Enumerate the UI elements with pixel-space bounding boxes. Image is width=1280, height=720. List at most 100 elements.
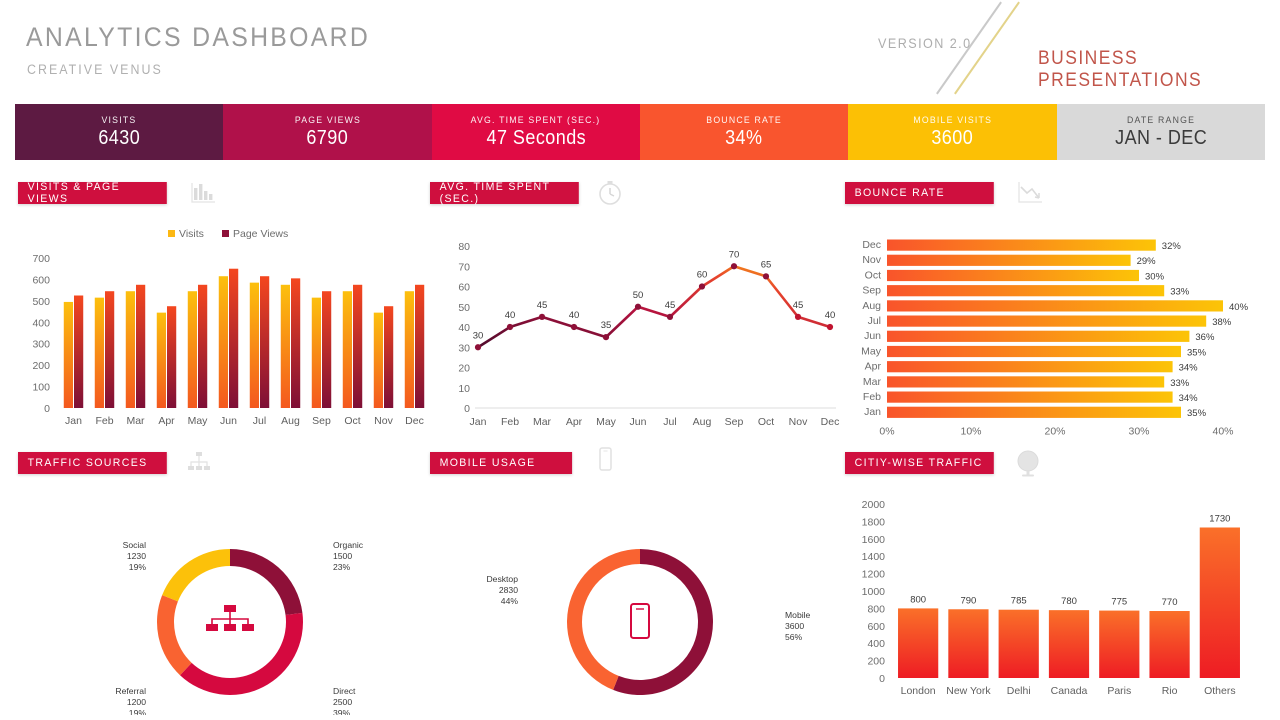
svg-text:35%: 35% [1187, 347, 1207, 358]
svg-text:1200: 1200 [127, 697, 146, 707]
chart-visits-page-views: Visits Page Views 0100200300400500600700 … [32, 228, 425, 427]
svg-text:100: 100 [32, 382, 50, 394]
sitemap-center-icon [206, 605, 254, 631]
chart-avg-time-spent: 01020304050607080 3040454035504560706545… [458, 241, 840, 428]
data-point [762, 273, 770, 280]
bar [218, 276, 228, 408]
svg-text:Mar: Mar [533, 416, 552, 428]
svg-text:600: 600 [867, 621, 885, 633]
bar [342, 291, 352, 408]
bar [404, 291, 414, 408]
bar [311, 297, 321, 408]
bar [1199, 527, 1240, 678]
svg-text:Sep: Sep [862, 285, 881, 297]
bar [887, 254, 1131, 266]
dashboard-header: ANALYTICS DASHBOARD CREATIVE VENUS VERSI… [0, 0, 1280, 100]
svg-text:Jun: Jun [220, 415, 237, 427]
bar [998, 609, 1039, 678]
panel-title-bounce: BOUNCE RATE [845, 182, 994, 204]
bar [249, 282, 259, 408]
data-point [826, 323, 834, 331]
svg-text:50: 50 [633, 290, 644, 301]
svg-text:40%: 40% [1229, 302, 1249, 313]
kpi-card-avg-time-spent[interactable]: AVG. TIME SPENT (SEC.) 47 Seconds [431, 104, 640, 160]
panel-title-mobile: MOBILE USAGE [430, 452, 573, 474]
bar [415, 284, 425, 408]
bar [887, 285, 1165, 297]
svg-text:600: 600 [32, 274, 50, 286]
kpi-strip: VISITS 6430 PAGE VIEWS 6790 AVG. TIME SP… [15, 104, 1265, 160]
bar [136, 284, 146, 408]
pie-slice [157, 595, 192, 676]
svg-text:23%: 23% [333, 562, 351, 572]
bar [887, 269, 1139, 282]
version-label: VERSION 2.0 [878, 35, 972, 51]
bar [1048, 610, 1090, 678]
svg-text:400: 400 [867, 638, 885, 650]
svg-text:Apr: Apr [158, 415, 175, 427]
kpi-card-date-range[interactable]: DATE RANGE JAN - DEC [1056, 104, 1265, 160]
svg-text:Dec: Dec [862, 239, 881, 251]
svg-text:1200: 1200 [862, 569, 886, 581]
bar [156, 312, 166, 408]
svg-text:1500: 1500 [333, 551, 352, 561]
svg-text:400: 400 [32, 317, 50, 329]
data-point [570, 323, 578, 331]
svg-text:1800: 1800 [862, 516, 886, 528]
svg-text:Oct: Oct [865, 269, 881, 281]
kpi-card-mobile-visits[interactable]: MOBILE VISITS 3600 [848, 104, 1057, 160]
svg-text:0: 0 [879, 673, 885, 685]
kpi-label: MOBILE VISITS [913, 114, 992, 126]
svg-text:Oct: Oct [758, 416, 774, 428]
bar [229, 268, 239, 408]
bar [887, 406, 1181, 418]
bar [260, 276, 270, 408]
kpi-card-bounce-rate[interactable]: BOUNCE RATE 34% [639, 104, 849, 160]
svg-text:Dec: Dec [821, 416, 840, 428]
svg-text:10: 10 [458, 383, 470, 395]
svg-text:200: 200 [867, 656, 885, 668]
svg-text:10%: 10% [960, 425, 981, 437]
svg-text:33%: 33% [1170, 287, 1190, 298]
svg-text:20%: 20% [1044, 425, 1065, 437]
data-point [602, 334, 610, 341]
svg-text:Sep: Sep [725, 416, 744, 428]
svg-text:Social: Social [123, 540, 146, 550]
kpi-card-page-views[interactable]: PAGE VIEWS 6790 [223, 104, 432, 160]
svg-text:40: 40 [458, 322, 470, 334]
svg-text:19%: 19% [129, 562, 147, 572]
globe-icon [1017, 450, 1039, 477]
svg-text:38%: 38% [1212, 317, 1232, 328]
kpi-value: 47 Seconds [486, 126, 586, 149]
bar [280, 284, 290, 408]
svg-text:40%: 40% [1212, 425, 1233, 437]
svg-text:Rio: Rio [1162, 685, 1178, 697]
svg-text:40: 40 [569, 310, 580, 321]
svg-text:30: 30 [458, 342, 470, 354]
svg-text:Jan: Jan [65, 415, 82, 427]
declining-line-icon [1018, 182, 1042, 203]
bar [63, 301, 73, 408]
svg-text:1400: 1400 [862, 551, 886, 563]
kpi-card-visits[interactable]: VISITS 6430 [15, 104, 224, 160]
svg-text:Visits: Visits [179, 228, 204, 240]
svg-text:Aug: Aug [281, 415, 300, 427]
svg-text:Sep: Sep [312, 415, 331, 427]
panel-mobile-usage: MOBILE USAGE Mobile 3600 56% Desktop 2830 44% [430, 447, 842, 717]
svg-text:40: 40 [825, 310, 836, 321]
svg-text:Jul: Jul [253, 415, 266, 427]
svg-text:2500: 2500 [333, 697, 352, 707]
svg-text:80: 80 [458, 241, 470, 253]
svg-text:2830: 2830 [499, 585, 518, 595]
svg-text:Jun: Jun [630, 416, 647, 428]
kpi-label: BOUNCE RATE [706, 114, 782, 126]
chart-traffic-sources: Organic150023%Direct250039%Referral12001… [115, 540, 363, 718]
data-point [698, 283, 706, 290]
svg-text:Desktop: Desktop [486, 574, 518, 584]
svg-text:May: May [188, 415, 209, 427]
svg-text:Jan: Jan [470, 416, 487, 428]
svg-text:Aug: Aug [693, 416, 712, 428]
bar [887, 315, 1207, 327]
svg-text:Oct: Oct [344, 415, 360, 427]
bar-chart-icon [191, 183, 215, 203]
